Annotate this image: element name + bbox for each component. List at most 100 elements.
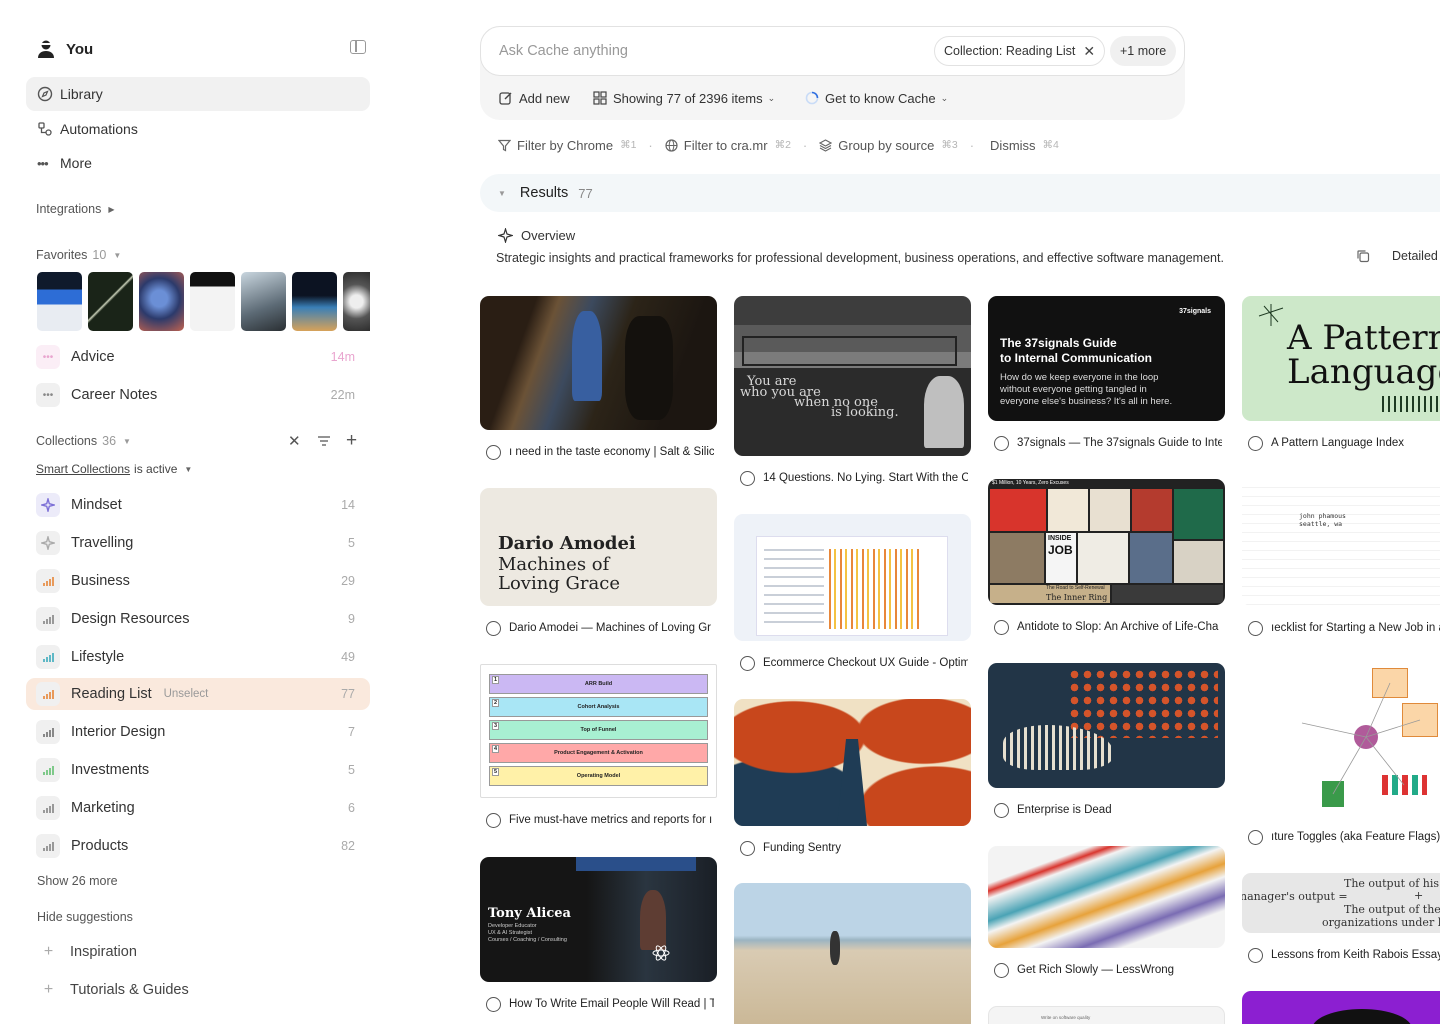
collection-item-design-resources[interactable]: Design Resources 9 bbox=[26, 603, 370, 635]
card-thumbnail bbox=[1242, 991, 1440, 1024]
select-checkbox[interactable] bbox=[486, 444, 501, 460]
favorite-thumbnail[interactable] bbox=[343, 272, 370, 331]
metric-row-label: Top of Funnel bbox=[580, 727, 617, 733]
detailed-view-button[interactable]: Detailed bbox=[1356, 249, 1438, 263]
select-checkbox[interactable] bbox=[1248, 947, 1263, 963]
collection-filter-chip[interactable]: Collection: Reading List ✕ bbox=[934, 36, 1106, 66]
collection-item-products[interactable]: Products 82 bbox=[26, 830, 370, 862]
close-icon[interactable]: ✕ bbox=[1083, 43, 1095, 60]
smart-collections-toggle[interactable]: Smart Collections is active ▼ bbox=[36, 462, 192, 476]
sparkle-icon bbox=[36, 531, 60, 555]
add-new-button[interactable]: Add new bbox=[499, 88, 570, 108]
show-more-link[interactable]: Show 26 more bbox=[37, 874, 118, 888]
favorite-thumbnail[interactable] bbox=[139, 272, 184, 331]
collection-item-travelling[interactable]: Travelling 5 bbox=[26, 527, 370, 559]
integrations-header[interactable]: Integrations ▶ bbox=[36, 202, 114, 216]
result-card[interactable]: You are who you are when no one is looki… bbox=[734, 296, 971, 487]
collection-item-mindset[interactable]: Mindset 14 bbox=[26, 489, 370, 521]
result-card[interactable]: Funding Sentry bbox=[734, 699, 971, 857]
favorite-item-career-notes[interactable]: ••• Career Notes 22m bbox=[26, 379, 370, 411]
overview-label: Overview bbox=[521, 228, 576, 243]
favorite-thumbnail[interactable] bbox=[241, 272, 286, 331]
sidebar-toggle-icon[interactable] bbox=[350, 40, 366, 54]
result-card[interactable]: The output of his o nanager's output = +… bbox=[1242, 873, 1440, 964]
result-card[interactable]: Write on software quality bbox=[988, 1006, 1225, 1024]
result-card[interactable] bbox=[1242, 991, 1440, 1024]
more-filters-chip[interactable]: +1 more bbox=[1110, 36, 1177, 66]
select-checkbox[interactable] bbox=[994, 962, 1009, 978]
collections-header[interactable]: Collections 36 ▼ ✕ + bbox=[36, 430, 366, 451]
nav-more[interactable]: ••• More bbox=[26, 146, 370, 180]
nav-automations-label: Automations bbox=[60, 121, 138, 137]
select-checkbox[interactable] bbox=[994, 435, 1009, 451]
result-card[interactable]: 1 ARR Build 2 Cohort Analysis 3 Top of Funnel… bbox=[480, 664, 717, 829]
collection-item-investments[interactable]: Investments 5 bbox=[26, 754, 370, 786]
react-logo-icon bbox=[652, 945, 670, 961]
result-card[interactable]: $1 Million, 10 Years, Zero Excuses INSID… bbox=[988, 479, 1225, 636]
group-source-button[interactable]: Group by source ⌘3 bbox=[819, 138, 958, 153]
result-card[interactable]: Tony Alicea Developer Educator UX & AI S… bbox=[480, 857, 717, 1013]
unselect-button[interactable]: Unselect bbox=[164, 688, 209, 700]
favorite-thumbnail[interactable] bbox=[292, 272, 337, 331]
select-checkbox[interactable] bbox=[994, 619, 1009, 635]
dismiss-button[interactable]: Dismiss ⌘4 bbox=[990, 138, 1059, 153]
favorite-thumbnail[interactable] bbox=[190, 272, 235, 331]
select-checkbox[interactable] bbox=[486, 620, 501, 636]
get-to-know-button[interactable]: Get to know Cache ⌄ bbox=[805, 88, 948, 108]
filter-site-button[interactable]: Filter to cra.mr ⌘2 bbox=[665, 138, 791, 153]
favorites-label: Favorites bbox=[36, 248, 88, 262]
favorite-item-label: Career Notes bbox=[71, 387, 158, 403]
select-checkbox[interactable] bbox=[740, 655, 755, 671]
result-card[interactable]: john phamous seattle, wa ıecklist for St… bbox=[1242, 479, 1440, 637]
card-caption: 14 Questions. No Lying. Start With the O bbox=[734, 469, 971, 487]
result-card[interactable]: Enterprise is Dead bbox=[988, 663, 1225, 819]
showing-items-dropdown[interactable]: Showing 77 of 2396 items ⌄ bbox=[593, 88, 775, 108]
results-header[interactable]: ▼ Results 77 bbox=[480, 174, 1440, 212]
thumbnail-text: nanager's output = bbox=[1242, 890, 1348, 903]
select-checkbox[interactable] bbox=[740, 470, 755, 486]
card-thumbnail: Dario Amodei Machines of Loving Grace bbox=[480, 488, 717, 606]
select-checkbox[interactable] bbox=[740, 840, 755, 856]
nav-automations[interactable]: Automations bbox=[26, 112, 370, 146]
favorite-item-advice[interactable]: ••• Advice 14m bbox=[26, 341, 370, 373]
favorites-header[interactable]: Favorites 10 ▼ bbox=[36, 248, 121, 262]
character-shape bbox=[1312, 1009, 1412, 1024]
user-menu[interactable]: You bbox=[36, 36, 366, 62]
collection-item-business[interactable]: Business 29 bbox=[26, 565, 370, 597]
hide-suggestions-link[interactable]: Hide suggestions bbox=[37, 910, 133, 924]
smart-collections-label: Smart Collections bbox=[36, 462, 131, 476]
select-checkbox[interactable] bbox=[486, 812, 501, 828]
shortcut-hint: ⌘2 bbox=[774, 139, 791, 151]
result-card[interactable]: Dario Amodei Machines of Loving Grace Da… bbox=[480, 488, 717, 637]
select-checkbox[interactable] bbox=[486, 996, 501, 1012]
filter-lines-icon[interactable] bbox=[317, 435, 331, 447]
result-card[interactable]: Ecommerce Checkout UX Guide - Optim bbox=[734, 514, 971, 672]
collection-item-interior-design[interactable]: Interior Design 7 bbox=[26, 716, 370, 748]
collection-item-lifestyle[interactable]: Lifestyle 49 bbox=[26, 641, 370, 673]
table-preview-labels bbox=[764, 549, 824, 629]
select-checkbox[interactable] bbox=[1248, 435, 1263, 451]
filter-chrome-button[interactable]: Filter by Chrome ⌘1 bbox=[498, 138, 636, 153]
select-checkbox[interactable] bbox=[1248, 829, 1263, 845]
collection-item-marketing[interactable]: Marketing 6 bbox=[26, 792, 370, 824]
result-card[interactable]: ı need in the taste economy | Salt & Sil… bbox=[480, 296, 717, 461]
collection-item-reading-list[interactable]: Reading List Unselect 77 bbox=[26, 678, 370, 710]
suggestion-tutorials-guides[interactable]: + Tutorials & Guides bbox=[36, 976, 189, 1004]
caret-down-icon: ▼ bbox=[123, 436, 131, 446]
result-card[interactable] bbox=[734, 883, 971, 1024]
favorite-thumbnail[interactable] bbox=[37, 272, 82, 331]
add-collection-icon[interactable]: + bbox=[346, 430, 357, 452]
close-icon[interactable]: ✕ bbox=[288, 432, 301, 450]
suggestion-inspiration[interactable]: + Inspiration bbox=[36, 938, 137, 966]
card-title: ı need in the taste economy | Salt & Sil… bbox=[509, 446, 714, 458]
result-card[interactable]: 37signals The 37signals Guide to Interna… bbox=[988, 296, 1225, 452]
result-card[interactable]: A Pattern Language A Pattern Language In… bbox=[1242, 296, 1440, 452]
thumbnail-text: Tony Alicea bbox=[488, 906, 571, 921]
select-checkbox[interactable] bbox=[1248, 620, 1263, 636]
nav-library[interactable]: Library bbox=[26, 77, 370, 111]
result-card[interactable]: Get Rich Slowly — LessWrong bbox=[988, 846, 1225, 979]
favorite-thumbnail[interactable] bbox=[88, 272, 133, 331]
card-caption: Five must-have metrics and reports for ı bbox=[480, 811, 717, 829]
select-checkbox[interactable] bbox=[994, 802, 1009, 818]
result-card[interactable]: ıture Toggles (aka Feature Flags) bbox=[1242, 663, 1440, 846]
